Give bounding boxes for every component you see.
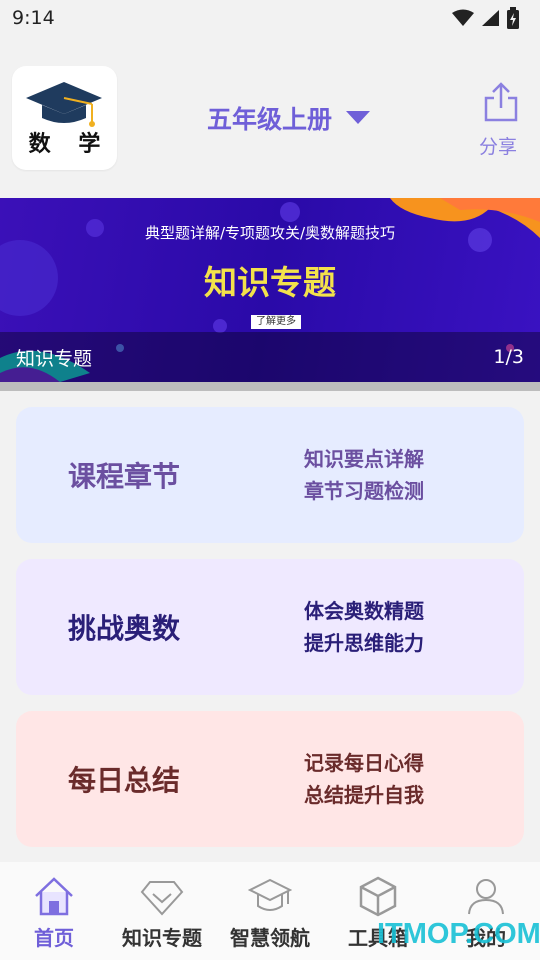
share-button[interactable]: 分享 (474, 82, 522, 159)
signal-icon (482, 10, 499, 26)
card-desc-line: 章节习题检测 (304, 479, 424, 503)
course-chapters-card[interactable]: 课程章节 知识要点详解 章节习题检测 (16, 407, 524, 543)
app-header: 数 学 五年级上册 分享 (0, 36, 540, 198)
banner-title: 知识专题 (204, 263, 336, 302)
card-desc-line: 记录每日心得 (304, 751, 424, 775)
card-desc-line: 提升思维能力 (304, 631, 424, 655)
app-logo: 数 学 (12, 66, 117, 170)
grade-selector[interactable]: 五年级上册 (207, 100, 371, 136)
nav-item-smart-guide[interactable]: 智慧领航 (216, 862, 324, 960)
watermark: ITMOP.COM (377, 918, 540, 950)
battery-icon (507, 7, 519, 29)
dropdown-caret-icon (346, 111, 371, 124)
banner-divider (0, 382, 540, 391)
card-title: 每日总结 (68, 764, 181, 797)
banner-carousel[interactable]: 典型题详解/专项题攻关/奥数解题技巧 知识专题 了解更多 知识专题 1/3 (0, 198, 540, 382)
card-desc-line: 体会奥数精题 (304, 599, 424, 623)
cube-icon (359, 876, 397, 917)
nav-item-home[interactable]: 首页 (0, 862, 108, 960)
nav-label: 智慧领航 (230, 926, 310, 950)
banner-subtitle: 典型题详解/专项题攻关/奥数解题技巧 (144, 224, 396, 242)
home-icon (35, 877, 73, 916)
card-description: 知识要点详解 章节习题检测 (304, 443, 424, 507)
status-bar: 9:14 (0, 0, 540, 36)
nav-item-knowledge-topics[interactable]: 知识专题 (108, 862, 216, 960)
nav-label: 知识专题 (122, 926, 202, 950)
status-icons (452, 7, 520, 29)
user-icon (468, 879, 504, 915)
grade-label: 五年级上册 (207, 105, 333, 134)
graduation-cap-icon (248, 878, 292, 911)
banner-caption: 知识专题 (16, 347, 93, 370)
challenge-olympiad-card[interactable]: 挑战奥数 体会奥数精题 提升思维能力 (16, 559, 524, 695)
wifi-icon (452, 9, 474, 26)
status-time: 9:14 (12, 7, 55, 29)
banner-caption-bar: 知识专题 1/3 (0, 332, 540, 382)
card-title: 课程章节 (68, 460, 181, 493)
daily-summary-card[interactable]: 每日总结 记录每日心得 总结提升自我 (16, 711, 524, 847)
card-title: 挑战奥数 (68, 612, 181, 645)
banner-page-counter: 1/3 (493, 346, 524, 368)
card-desc-line: 总结提升自我 (304, 783, 424, 807)
card-desc-line: 知识要点详解 (304, 447, 424, 471)
nav-label: 首页 (34, 926, 74, 950)
card-description: 体会奥数精题 提升思维能力 (304, 595, 424, 659)
logo-text: 数 学 (28, 131, 111, 157)
banner-learn-more-button[interactable]: 了解更多 (251, 315, 301, 329)
diamond-icon (140, 881, 184, 916)
share-label: 分享 (478, 136, 517, 158)
card-description: 记录每日心得 总结提升自我 (304, 747, 424, 811)
share-icon (484, 82, 517, 122)
